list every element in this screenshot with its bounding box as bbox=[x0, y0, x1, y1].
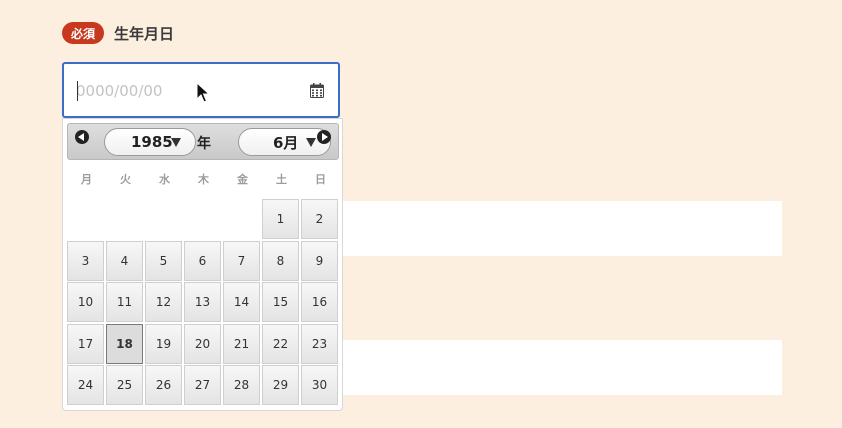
calendar-day[interactable]: 30 bbox=[301, 365, 338, 405]
calendar-day[interactable]: 28 bbox=[223, 365, 260, 405]
calendar-day[interactable]: 27 bbox=[184, 365, 221, 405]
birthdate-label: 生年月日 bbox=[114, 25, 175, 43]
calendar-day[interactable]: 14 bbox=[223, 282, 260, 322]
calendar-day[interactable]: 2 bbox=[301, 199, 338, 239]
calendar-day[interactable]: 10 bbox=[67, 282, 104, 322]
year-suffix-label: 年 bbox=[197, 136, 211, 152]
calendar-day[interactable]: 25 bbox=[106, 365, 143, 405]
calendar-day-grid: 1 2 3 4 5 6 7 8 9 10 11 12 13 14 15 16 17 18 19 20 21 22 23 24 2… bbox=[67, 199, 340, 405]
required-badge: 必須 bbox=[62, 22, 104, 44]
calendar-day[interactable]: 4 bbox=[106, 240, 143, 281]
calendar-day[interactable]: 21 bbox=[223, 323, 260, 364]
dropdown-arrow-icon bbox=[306, 138, 316, 147]
weekday-label: 金 bbox=[237, 173, 248, 186]
calendar-day[interactable]: 22 bbox=[262, 323, 299, 364]
weekday-label: 月 bbox=[81, 173, 92, 186]
weekday-label: 火 bbox=[120, 173, 131, 186]
calendar-day[interactable]: 26 bbox=[145, 365, 182, 405]
month-select-value: 6月 bbox=[273, 133, 299, 152]
calendar-day[interactable]: 1 bbox=[262, 199, 299, 239]
calendar-day[interactable]: 20 bbox=[184, 323, 221, 364]
calendar-day[interactable]: 8 bbox=[262, 240, 299, 281]
calendar-icon[interactable] bbox=[310, 83, 324, 98]
calendar-day[interactable]: 13 bbox=[184, 282, 221, 322]
calendar-day[interactable]: 5 bbox=[145, 240, 182, 281]
chevron-left-icon[interactable] bbox=[75, 130, 89, 144]
weekday-label: 水 bbox=[159, 173, 170, 186]
calendar-day[interactable]: 15 bbox=[262, 282, 299, 322]
year-select-value: 1985 bbox=[131, 133, 173, 151]
datepicker-header: 1985 年 6月 bbox=[67, 123, 339, 160]
weekday-label: 木 bbox=[198, 173, 209, 186]
calendar-day[interactable]: 24 bbox=[67, 365, 104, 405]
month-select[interactable]: 6月 bbox=[238, 128, 331, 156]
datepicker-popup: 1985 年 6月 月火水木金土日 1 2 3 4 5 6 7 8 9 10 11 12 13 14 15 1… bbox=[62, 118, 343, 411]
year-select[interactable]: 1985 bbox=[104, 128, 196, 156]
weekday-label: 土 bbox=[276, 173, 287, 186]
calendar-day[interactable]: 16 bbox=[301, 282, 338, 322]
calendar-day[interactable]: 12 bbox=[145, 282, 182, 322]
calendar-day[interactable]: 19 bbox=[145, 323, 182, 364]
chevron-right-icon[interactable] bbox=[317, 130, 331, 144]
form-row-background bbox=[342, 201, 782, 256]
calendar-day[interactable]: 17 bbox=[67, 323, 104, 364]
weekday-header-row: 月火水木金土日 bbox=[67, 171, 339, 187]
weekday-label: 日 bbox=[315, 173, 326, 186]
birthdate-input[interactable] bbox=[76, 80, 286, 102]
calendar-day[interactable]: 23 bbox=[301, 323, 338, 364]
mouse-cursor-icon bbox=[196, 82, 210, 103]
dropdown-arrow-icon bbox=[171, 138, 181, 147]
calendar-day[interactable]: 7 bbox=[223, 240, 260, 281]
calendar-day[interactable]: 9 bbox=[301, 240, 338, 281]
calendar-day[interactable]: 29 bbox=[262, 365, 299, 405]
calendar-day-selected[interactable]: 18 bbox=[106, 323, 143, 364]
calendar-day[interactable]: 6 bbox=[184, 240, 221, 281]
form-row-background bbox=[342, 340, 782, 395]
calendar-day[interactable]: 3 bbox=[67, 240, 104, 281]
calendar-day[interactable]: 11 bbox=[106, 282, 143, 322]
text-caret bbox=[77, 81, 78, 101]
